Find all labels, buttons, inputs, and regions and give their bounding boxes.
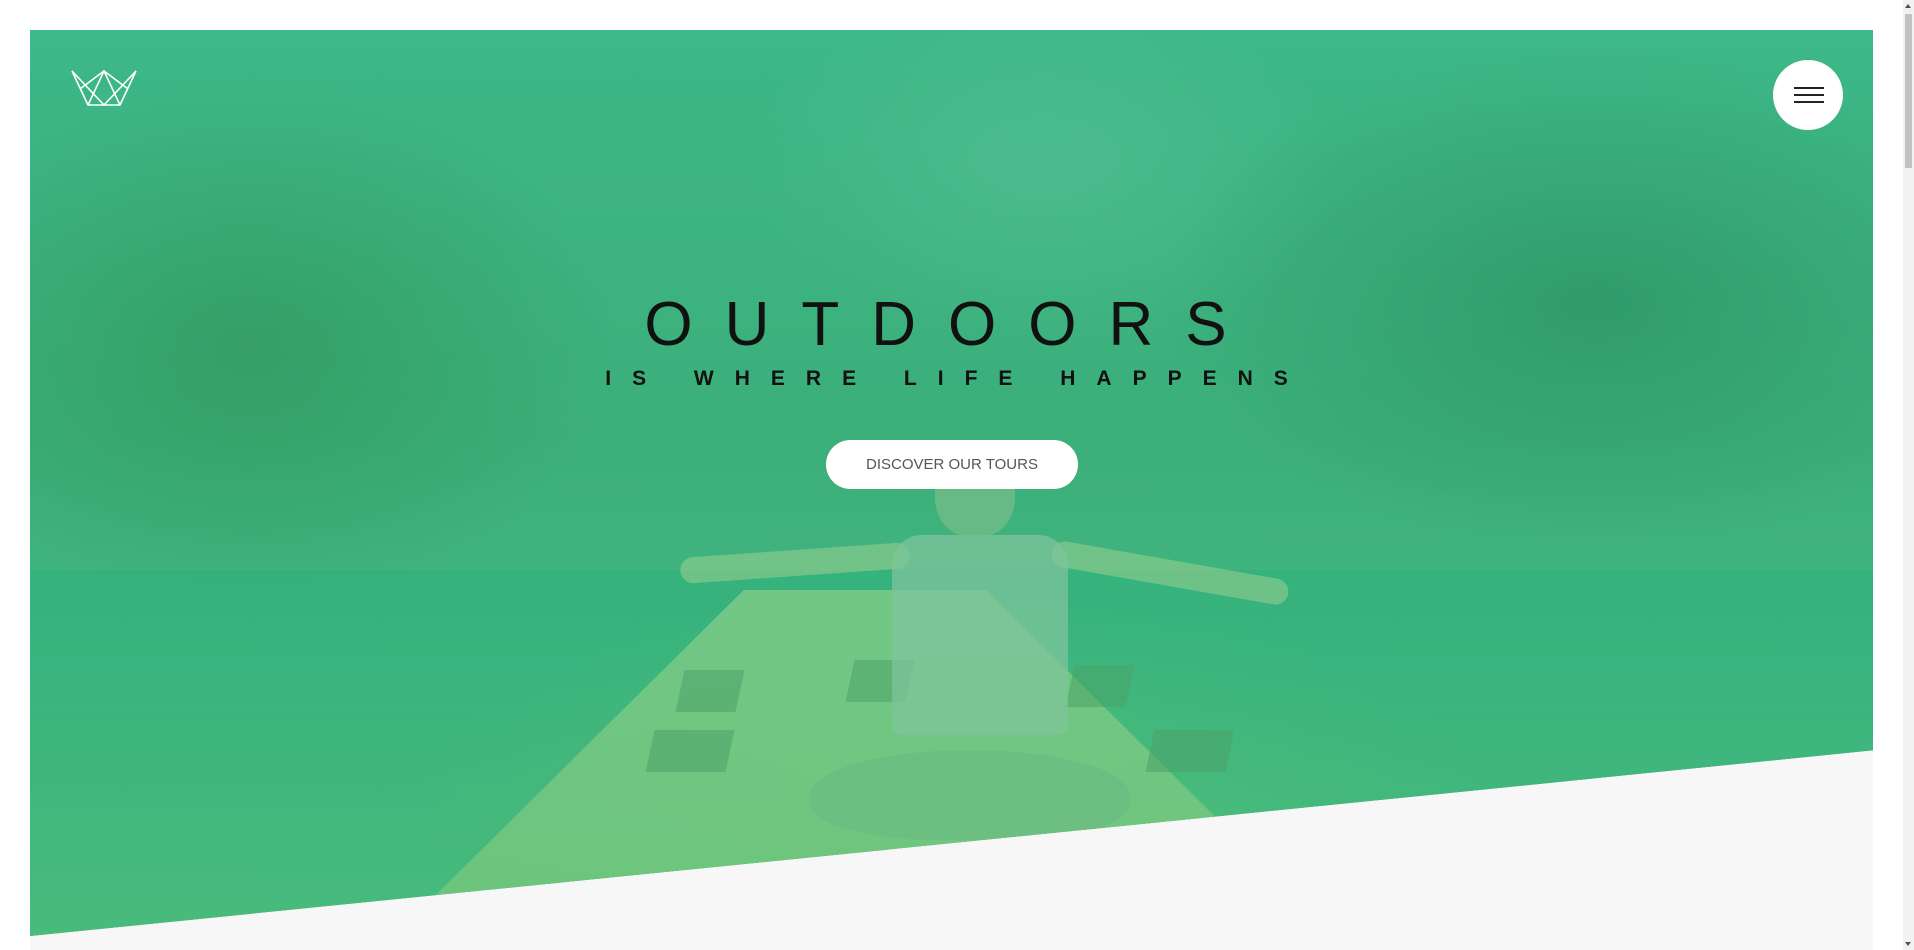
crown-logo-icon[interactable] — [70, 67, 138, 107]
hamburger-menu-icon — [1794, 87, 1824, 89]
scroll-up-arrow-icon[interactable] — [1905, 4, 1911, 8]
discover-tours-button[interactable]: DISCOVER OUR TOURS — [826, 440, 1078, 489]
hamburger-menu-button[interactable] — [1773, 60, 1843, 130]
hamburger-menu-icon — [1794, 94, 1824, 96]
hero-subtitle: IS WHERE LIFE HAPPENS — [605, 367, 1309, 390]
page: OUTDOORS IS WHERE LIFE HAPPENS DISCOVER … — [0, 0, 1914, 950]
hamburger-menu-icon — [1794, 101, 1824, 103]
crown-icon — [71, 70, 137, 106]
scroll-down-arrow-icon[interactable] — [1905, 942, 1911, 946]
scrollbar-thumb[interactable] — [1905, 14, 1912, 168]
page-scrollbar[interactable] — [1903, 0, 1914, 950]
hero-title: OUTDOORS — [644, 290, 1259, 359]
